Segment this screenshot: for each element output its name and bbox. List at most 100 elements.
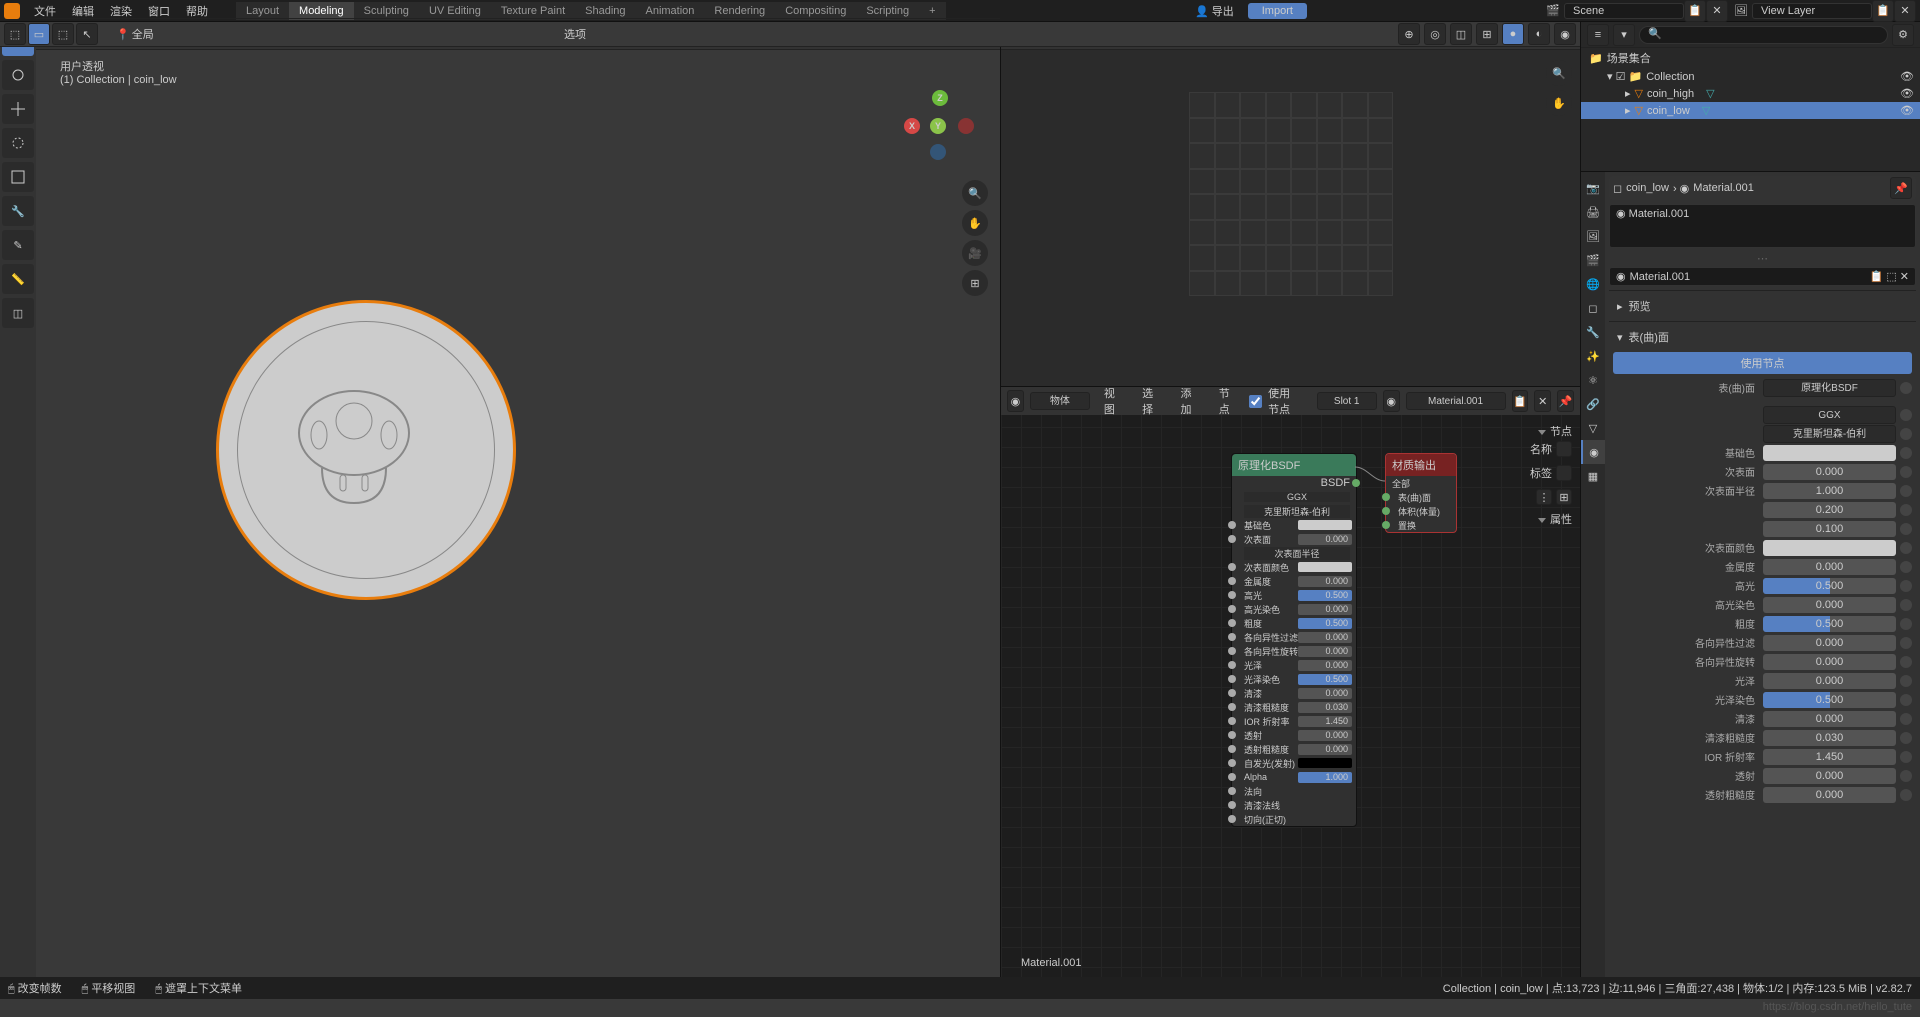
bsdf-input-socket[interactable] — [1228, 731, 1236, 739]
prop-link-icon[interactable] — [1900, 656, 1912, 668]
bsdf-slider[interactable]: 0.000 — [1298, 688, 1352, 699]
prop-link-icon[interactable] — [1900, 466, 1912, 478]
bsdf-input-socket[interactable] — [1228, 815, 1236, 823]
prop-value-slider[interactable]: 0.000 — [1763, 711, 1896, 727]
prop-value-slider[interactable]: 0.200 — [1763, 502, 1896, 518]
prop-link-icon[interactable] — [1900, 618, 1912, 630]
prop-link-icon[interactable] — [1900, 789, 1912, 801]
sidebar-btn2[interactable]: ⊞ — [1556, 489, 1572, 505]
surface-type-dropdown[interactable]: 原理化BSDF — [1763, 379, 1896, 397]
gizmo-z[interactable]: Z — [932, 90, 948, 106]
prop-tab-texture[interactable]: ▦ — [1581, 464, 1605, 488]
prop-tab-mesh[interactable]: ▽ — [1581, 416, 1605, 440]
editor-selector-icon[interactable]: ⬚ — [4, 23, 26, 45]
bsdf-input-socket[interactable] — [1228, 577, 1236, 585]
bsdf-input-socket[interactable] — [1228, 773, 1236, 781]
bsdf-slider[interactable]: 0.000 — [1298, 730, 1352, 741]
node-material-selector[interactable]: Material.001 — [1406, 392, 1506, 410]
export-button[interactable]: 👤 导出 — [1185, 1, 1244, 21]
bsdf-input-socket[interactable] — [1228, 675, 1236, 683]
output-all-label[interactable]: 全部 — [1392, 477, 1410, 490]
prop-link-icon[interactable] — [1900, 542, 1912, 554]
prop-value-slider[interactable]: 0.000 — [1763, 673, 1896, 689]
prop-tab-viewlayer[interactable]: 🖼 — [1581, 224, 1605, 248]
gizmo-x[interactable]: X — [904, 118, 920, 134]
surface-link-icon[interactable] — [1900, 382, 1912, 394]
outliner-search[interactable]: 🔍 — [1639, 26, 1888, 44]
prop-value-slider[interactable]: 1.000 — [1763, 483, 1896, 499]
orientation-gizmo[interactable]: Z X Y — [900, 90, 980, 170]
material-slot-list[interactable]: ◉ Material.001 — [1609, 204, 1916, 248]
prop-tab-physics[interactable]: ⚛ — [1581, 368, 1605, 392]
bsdf-input-socket[interactable] — [1228, 591, 1236, 599]
output-node-title[interactable]: 材质输出 — [1386, 454, 1456, 476]
prop-value-slider[interactable]: 0.000 — [1763, 464, 1896, 480]
bsdf-slider[interactable]: 0.000 — [1298, 576, 1352, 587]
node-node-menu[interactable]: 节点 — [1211, 383, 1243, 419]
coin-low-row[interactable]: ▸ ▽ coin_low▽👁 — [1581, 102, 1920, 119]
prop-value-slider[interactable]: 0.030 — [1763, 730, 1896, 746]
color-swatch[interactable] — [1763, 445, 1896, 461]
3d-viewport[interactable]: 🔧 ✎ 📏 ◫ ⬚ 物体模式 视图 选择 添加 物体 RetopoFlow 用户… — [0, 22, 1000, 977]
viewlayer-del-icon[interactable]: ✕ — [1894, 0, 1916, 22]
slot-dropdown[interactable]: Slot 1 — [1317, 392, 1377, 410]
prop-tab-world[interactable]: 🌐 — [1581, 272, 1605, 296]
output-disp-socket[interactable] — [1382, 521, 1390, 529]
prop-tab-modifier[interactable]: 🔧 — [1581, 320, 1605, 344]
bsdf-slider[interactable]: 0.500 — [1298, 674, 1352, 685]
prop-link-icon[interactable] — [1900, 770, 1912, 782]
scene-new-icon[interactable]: 📋 — [1684, 0, 1706, 22]
node-editor-type-icon[interactable]: ◉ — [1007, 390, 1024, 412]
prop-link-icon[interactable] — [1900, 637, 1912, 649]
uv-zoom-icon[interactable]: 🔍 — [1546, 60, 1572, 86]
coin-mesh[interactable] — [216, 300, 516, 600]
coin-high-row[interactable]: ▸ ▽ coin_high▽👁 — [1581, 85, 1920, 102]
prop-link-icon[interactable] — [1900, 732, 1912, 744]
overlay-toggle-icon[interactable]: ◎ — [1424, 23, 1446, 45]
gizmo-neg-z[interactable] — [930, 144, 946, 160]
prop-tab-object[interactable]: ◻ — [1581, 296, 1605, 320]
ortho-icon[interactable]: ⊞ — [962, 270, 988, 296]
bsdf-input-socket[interactable] — [1228, 647, 1236, 655]
prop-link-icon[interactable] — [1900, 599, 1912, 611]
bsdf-node-title[interactable]: 原理化BSDF — [1232, 454, 1356, 476]
use-nodes-button[interactable]: 使用节点 — [1613, 352, 1912, 374]
node-mat-new-icon[interactable]: 📋 — [1512, 390, 1529, 412]
prop-value-slider[interactable]: 0.000 — [1763, 768, 1896, 784]
bsdf-input-socket[interactable] — [1228, 605, 1236, 613]
collection-row[interactable]: ▾ ☑ 📁 Collection👁 — [1581, 68, 1920, 85]
prop-tab-constraint[interactable]: 🔗 — [1581, 392, 1605, 416]
gizmo-neg-x[interactable] — [958, 118, 974, 134]
principled-bsdf-node[interactable]: 原理化BSDF BSDF GGX克里斯坦森-伯利基础色次表面0.000次表面半径… — [1231, 453, 1357, 827]
tweak-icon[interactable]: ↖ — [76, 23, 98, 45]
prop-tab-material[interactable]: ◉ — [1581, 440, 1605, 464]
distribution-dropdown[interactable]: GGX — [1763, 406, 1896, 424]
bsdf-input-socket[interactable] — [1228, 745, 1236, 753]
prop-value-slider[interactable]: 0.100 — [1763, 521, 1896, 537]
gizmo-y[interactable]: Y — [930, 118, 946, 134]
node-material-icon[interactable]: ◉ — [1383, 390, 1400, 412]
pan-icon[interactable]: ✋ — [962, 210, 988, 236]
scene-collection-row[interactable]: 📁 场景集合 — [1581, 48, 1920, 68]
bsdf-slider[interactable]: 0.000 — [1298, 632, 1352, 643]
bsdf-slider[interactable]: 0.030 — [1298, 702, 1352, 713]
orientation-dropdown[interactable]: 全局 — [132, 26, 154, 42]
bsdf-input-socket[interactable] — [1228, 619, 1236, 627]
sidebar-btn1[interactable]: ⋮ — [1536, 489, 1552, 505]
dist-link-icon[interactable] — [1900, 409, 1912, 421]
prop-value-slider[interactable]: 0.000 — [1763, 635, 1896, 651]
prop-value-slider[interactable]: 0.000 — [1763, 787, 1896, 803]
gizmo-toggle-icon[interactable]: ⊕ — [1398, 23, 1420, 45]
outliner-filter-icon[interactable]: ⚙ — [1892, 24, 1914, 46]
output-surface-socket[interactable] — [1382, 493, 1390, 501]
bsdf-slider[interactable]: 0.000 — [1298, 646, 1352, 657]
import-button[interactable]: Import — [1248, 3, 1307, 19]
prop-link-icon[interactable] — [1900, 694, 1912, 706]
prop-link-icon[interactable] — [1900, 713, 1912, 725]
prop-link-icon[interactable] — [1900, 523, 1912, 535]
options-dropdown[interactable]: 选项 — [564, 26, 586, 42]
add-primitive-tool[interactable]: ◫ — [2, 298, 34, 328]
prop-link-icon[interactable] — [1900, 675, 1912, 687]
cursor-tool[interactable] — [2, 60, 34, 90]
bsdf-input-socket[interactable] — [1228, 633, 1236, 641]
